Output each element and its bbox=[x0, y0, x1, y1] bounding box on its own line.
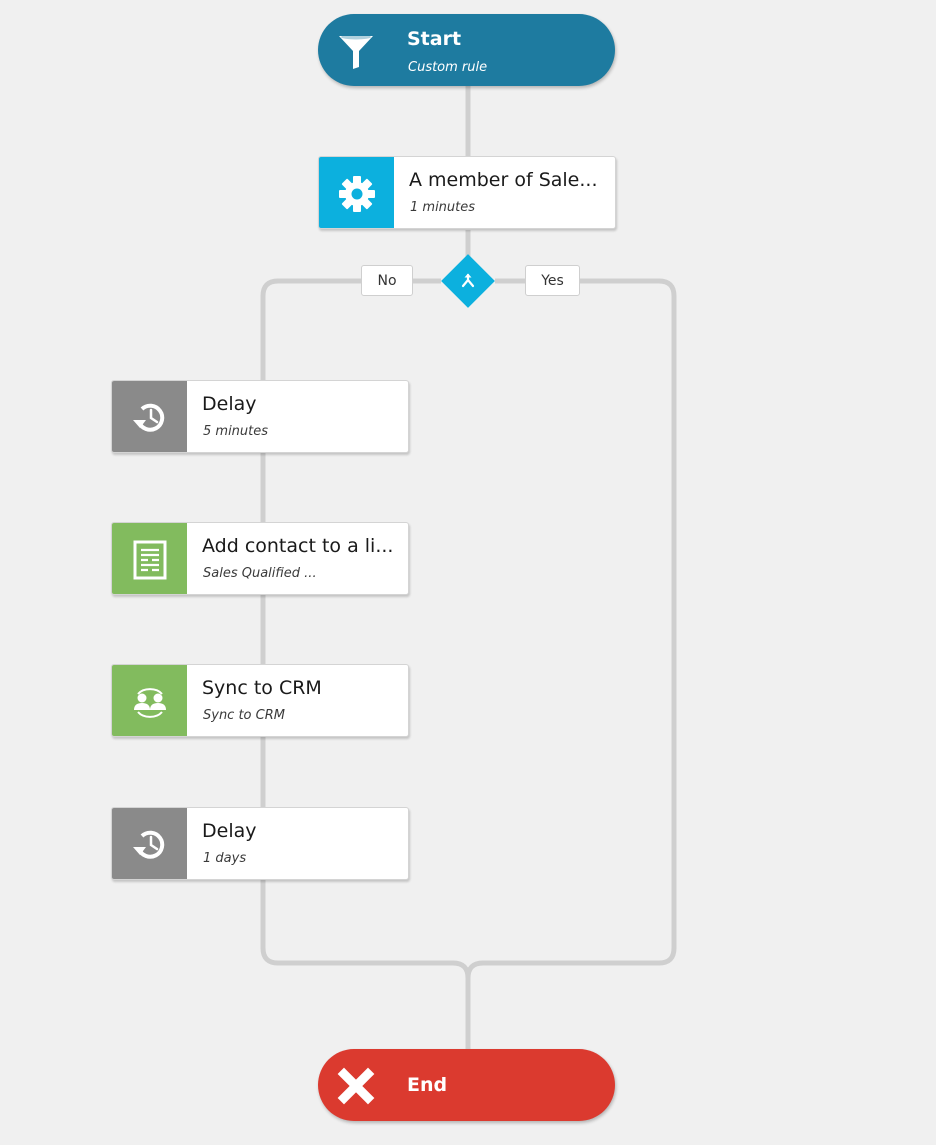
delay-subtitle: 1 days bbox=[203, 851, 247, 866]
funnel-icon bbox=[339, 34, 373, 69]
delay-title: Delay bbox=[202, 393, 257, 415]
end-title: End bbox=[407, 1074, 448, 1096]
sync-crm-title: Sync to CRM bbox=[202, 677, 322, 699]
end-node[interactable]: End bbox=[318, 1049, 615, 1121]
connector-yes-branch bbox=[465, 278, 677, 979]
add-to-list-title: Add contact to a li... bbox=[202, 535, 394, 557]
yes-branch-label[interactable]: Yes bbox=[525, 265, 580, 296]
add-to-list-subtitle: Sales Qualified ... bbox=[203, 566, 317, 581]
delay-clock-icon bbox=[133, 830, 165, 859]
condition-node[interactable]: A member of Sale... 1 minutes bbox=[318, 156, 616, 229]
delay-node[interactable]: Delay 1 days bbox=[111, 807, 409, 880]
sync-crm-node[interactable]: Sync to CRM Sync to CRM bbox=[111, 664, 409, 737]
delay-node[interactable]: Delay 5 minutes bbox=[111, 380, 409, 453]
delay-icon-tile bbox=[112, 381, 187, 452]
sync-crm-subtitle: Sync to CRM bbox=[203, 708, 285, 723]
start-subtitle: Custom rule bbox=[408, 60, 488, 75]
gear-icon bbox=[339, 176, 375, 212]
delay-title: Delay bbox=[202, 820, 257, 842]
add-to-list-icon-tile bbox=[112, 523, 187, 594]
condition-icon-tile bbox=[319, 157, 394, 228]
no-branch-label[interactable]: No bbox=[361, 265, 413, 296]
delay-clock-icon bbox=[133, 403, 165, 432]
condition-subtitle: 1 minutes bbox=[410, 200, 476, 215]
start-node[interactable]: Start Custom rule bbox=[318, 14, 615, 86]
list-document-icon bbox=[133, 540, 167, 580]
delay-subtitle: 5 minutes bbox=[203, 424, 269, 439]
condition-title: A member of Sale... bbox=[409, 169, 598, 191]
sync-contacts-icon bbox=[134, 688, 166, 718]
split-branch-icon bbox=[461, 273, 475, 288]
add-to-list-node[interactable]: Add contact to a li... Sales Qualified .… bbox=[111, 522, 409, 595]
sync-crm-icon-tile bbox=[112, 665, 187, 736]
start-title: Start bbox=[407, 28, 462, 50]
delay-icon-tile bbox=[112, 808, 187, 879]
close-x-icon bbox=[337, 1067, 375, 1105]
